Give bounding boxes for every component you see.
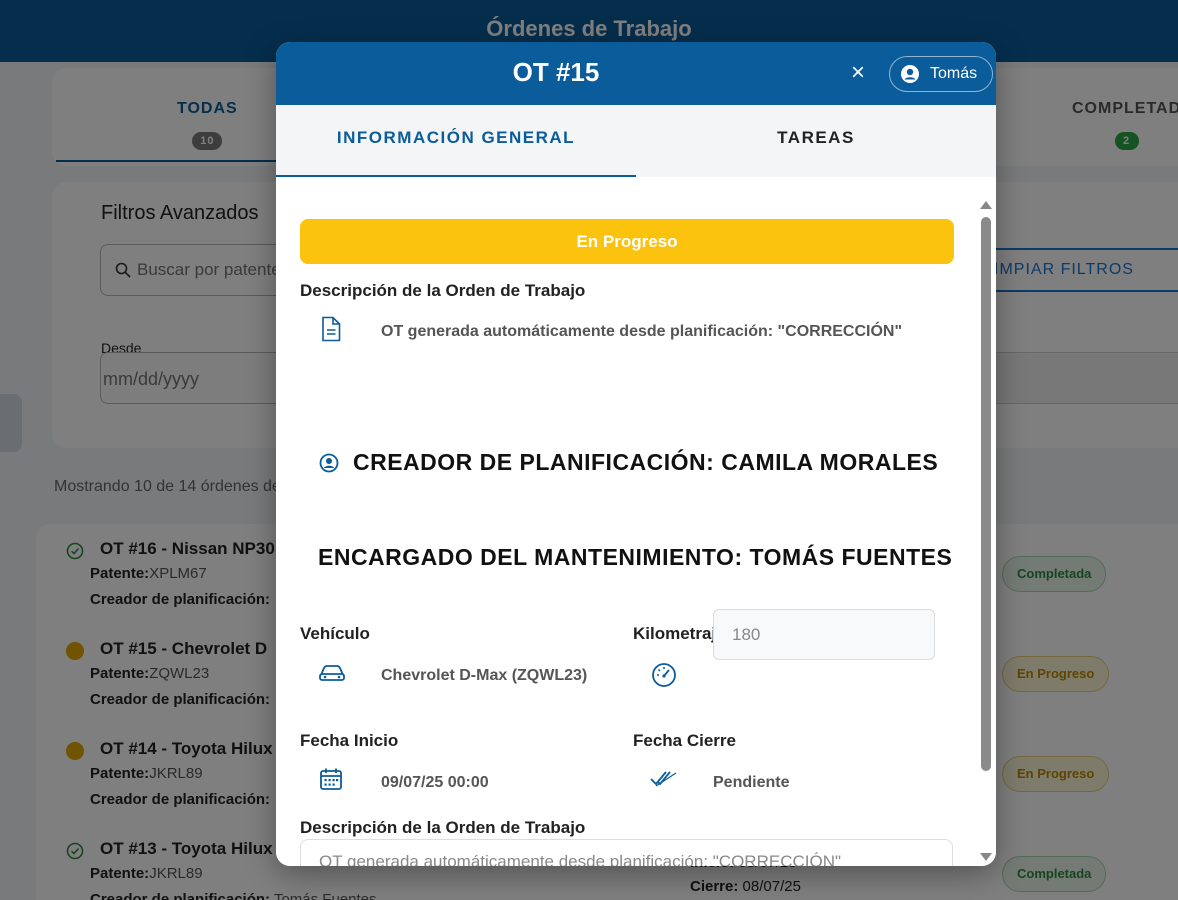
modal-scrollbar[interactable] [980, 201, 992, 861]
tab-informacion-general[interactable]: INFORMACIÓN GENERAL [276, 105, 636, 177]
start-date-value: 09/07/25 00:00 [381, 774, 489, 791]
user-menu-button[interactable]: Tomás [889, 56, 993, 92]
description-textarea-field[interactable]: OT generada automáticamente desde planif… [300, 839, 953, 866]
km-field[interactable] [713, 609, 935, 660]
end-date-value: Pendiente [713, 774, 790, 791]
vehicle-value: Chevrolet D-Max (ZQWL23) [381, 667, 588, 684]
user-circle-icon [319, 453, 339, 473]
scroll-up-arrow[interactable] [980, 201, 992, 209]
tab-tareas[interactable]: TAREAS [636, 105, 996, 177]
vehicle-label: Vehículo [300, 624, 370, 643]
user-avatar-icon [901, 65, 919, 83]
scroll-down-arrow[interactable] [980, 853, 992, 861]
speedometer-icon [652, 663, 676, 687]
description-text: OT generada automáticamente desde planif… [381, 323, 903, 340]
description-label: Descripción de la Orden de Trabajo [300, 281, 586, 300]
double-check-icon [650, 771, 677, 787]
calendar-icon [320, 768, 342, 790]
creator-line: CREADOR DE PLANIFICACIÓN: CAMILA MORALES [353, 449, 939, 475]
status-banner: En Progreso [300, 219, 954, 264]
end-date-label: Fecha Cierre [633, 731, 736, 750]
km-label: Kilometraje [633, 624, 726, 643]
manager-line: ENCARGADO DEL MANTENIMIENTO: TOMÁS FUENT… [318, 544, 953, 570]
user-name: Tomás [930, 65, 978, 82]
modal-body: En Progreso Descripción de la Orden de T… [276, 177, 996, 866]
modal-title: OT #15 [512, 57, 600, 87]
description2-label: Descripción de la Orden de Trabajo [300, 818, 586, 837]
modal-header: OT #15 × Tomás [276, 42, 996, 105]
description-textarea[interactable]: OT generada automáticamente desde planif… [319, 852, 939, 866]
close-button[interactable]: × [846, 61, 870, 86]
order-detail-modal: OT #15 × Tomás INFORMACIÓN GENERAL TAREA… [276, 42, 996, 866]
start-date-label: Fecha Inicio [300, 731, 399, 750]
scroll-thumb[interactable] [981, 217, 991, 771]
document-icon [322, 316, 341, 342]
car-icon [319, 665, 345, 681]
modal-tabs: INFORMACIÓN GENERAL TAREAS [276, 105, 996, 177]
km-input[interactable] [732, 623, 912, 647]
